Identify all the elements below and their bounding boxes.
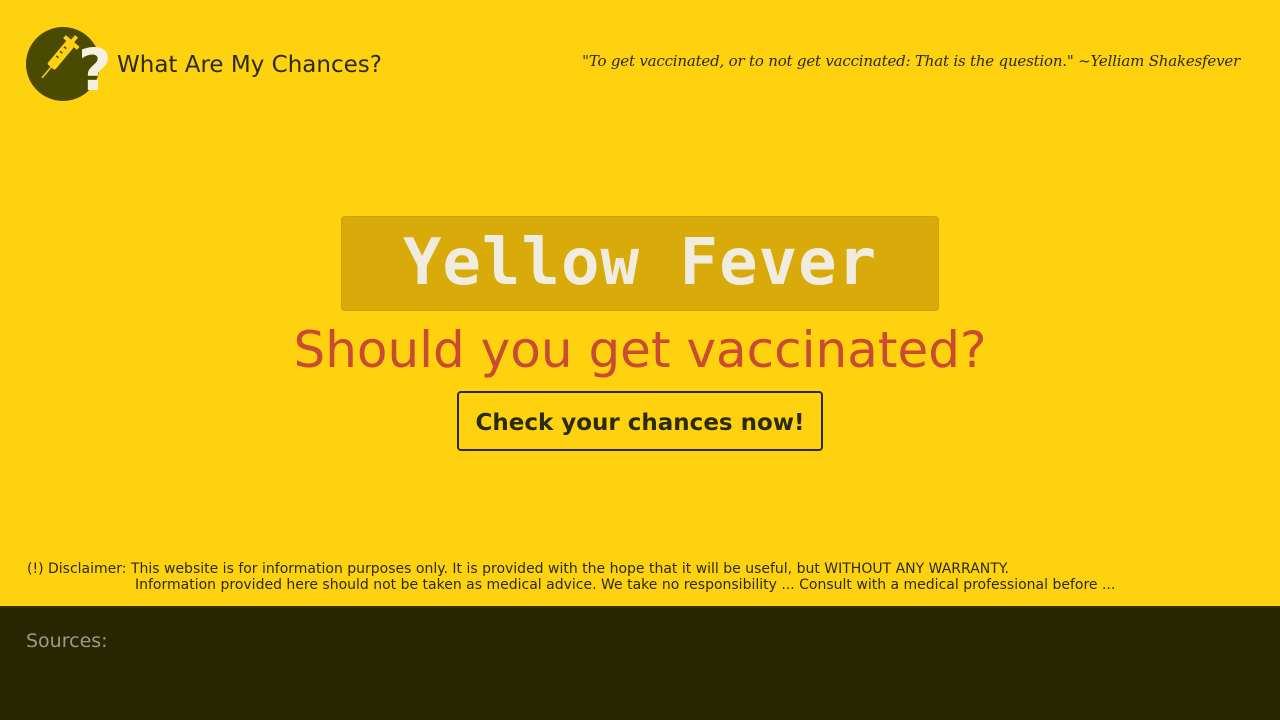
disclaimer: (!) Disclaimer: This website is for info… [27,561,1227,593]
disclaimer-line-1: (!) Disclaimer: This website is for info… [27,561,1009,577]
cta-container: Check your chances now! [0,391,1280,451]
svg-text:?: ? [78,36,110,102]
sources-label: Sources: [26,630,108,652]
disease-banner: Yellow Fever [341,216,939,311]
check-chances-button[interactable]: Check your chances now! [457,391,823,451]
vaccination-question: Should you get vaccinated? [293,321,987,379]
site-header: ? What Are My Chances? "To get vaccinate… [0,0,1280,130]
header-quote: "To get vaccinated, or to not get vaccin… [582,52,1240,70]
syringe-question-logo-icon[interactable]: ? [26,26,110,102]
footer: Sources: [0,606,1280,720]
disease-name: Yellow Fever [402,226,878,300]
disclaimer-line-2: Information provided here should not be … [135,577,1116,593]
site-title[interactable]: What Are My Chances? [117,50,382,80]
hero-section: Yellow Fever [0,216,1280,311]
